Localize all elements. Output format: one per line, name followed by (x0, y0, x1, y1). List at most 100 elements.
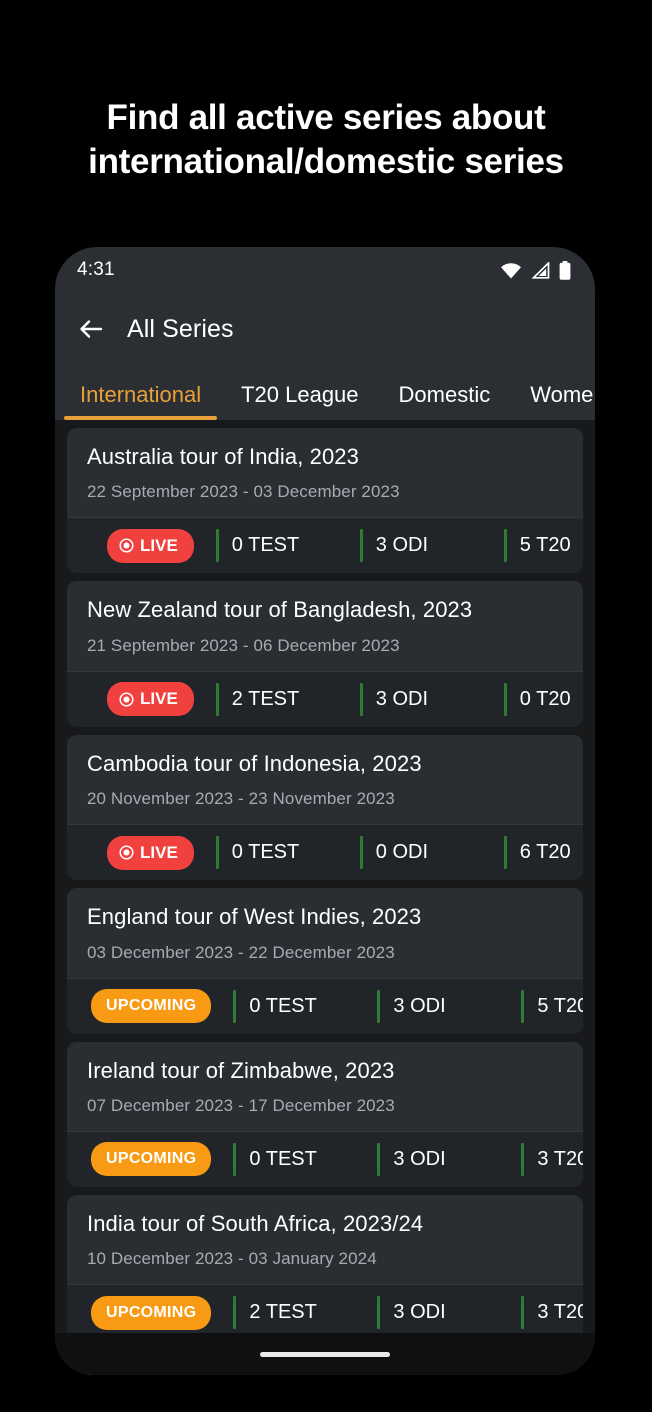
series-card[interactable]: India tour of South Africa, 2023/24 10 D… (67, 1194, 583, 1341)
stat-t20: 5 T20 (503, 529, 583, 563)
stat-value: 0 TEST (249, 1147, 317, 1170)
status-badge-label: UPCOMING (106, 1150, 197, 1168)
home-indicator[interactable] (260, 1351, 390, 1357)
stat-divider-bar (377, 989, 381, 1023)
series-card-stats: LIVE 0 TEST 0 ODI 6 T20 (67, 824, 583, 881)
stat-divider-bar (377, 1296, 381, 1330)
stat-t20: 0 T20 (503, 682, 583, 716)
app-bar: All Series (55, 293, 595, 365)
status-badge-live: LIVE (107, 835, 194, 870)
series-card[interactable]: Australia tour of India, 2023 22 Septemb… (67, 428, 583, 574)
series-card-header: New Zealand tour of Bangladesh, 2023 21 … (67, 581, 583, 671)
series-card-stats: UPCOMING 2 TEST 3 ODI 3 T20 (67, 1284, 583, 1341)
stat-value: 0 T20 (519, 687, 571, 710)
series-title: New Zealand tour of Bangladesh, 2023 (87, 597, 473, 623)
stat-odi: 3 ODI (359, 529, 482, 563)
tab-domestic[interactable]: Domestic (379, 382, 511, 420)
stat-divider-bar (215, 529, 219, 563)
stat-divider-bar (521, 1142, 525, 1176)
back-arrow-icon[interactable] (77, 315, 105, 343)
stat-value: 0 TEST (231, 534, 300, 557)
stat-divider-bar (377, 1142, 381, 1176)
stat-divider-bar (503, 836, 507, 870)
stat-value: 3 ODI (393, 1147, 446, 1170)
status-badge-label: LIVE (140, 842, 178, 862)
stat-value: 0 TEST (231, 841, 300, 864)
stat-value: 3 ODI (393, 994, 446, 1017)
series-list[interactable]: Australia tour of India, 2023 22 Septemb… (55, 420, 595, 1375)
series-card-header: Ireland tour of Zimbabwe, 2023 07 Decemb… (67, 1041, 583, 1131)
stat-odi: 3 ODI (377, 989, 499, 1023)
live-dot-icon (119, 692, 134, 707)
screenshot-root: Find all active series about internation… (0, 0, 652, 1412)
series-title: India tour of South Africa, 2023/24 (87, 1210, 424, 1236)
stat-odi: 0 ODI (359, 836, 482, 870)
stat-value: 6 T20 (519, 841, 571, 864)
stat-odi: 3 ODI (377, 1142, 499, 1176)
series-date-range: 03 December 2023 - 22 December 2023 (87, 942, 395, 962)
series-title: Ireland tour of Zimbabwe, 2023 (87, 1057, 395, 1083)
tab-t20-league[interactable]: T20 League (221, 382, 378, 420)
series-card-header: Cambodia tour of Indonesia, 2023 20 Nove… (67, 734, 583, 825)
stat-divider-bar (359, 682, 363, 716)
status-bar-icons (500, 260, 571, 280)
status-badge-live: LIVE (107, 682, 194, 717)
home-indicator-area (55, 1333, 595, 1375)
stat-t20: 3 T20 (521, 1296, 583, 1330)
series-card[interactable]: England tour of West Indies, 2023 03 Dec… (67, 888, 583, 1034)
series-card-stats: UPCOMING 0 TEST 3 ODI 5 T20 (67, 977, 583, 1034)
series-title: England tour of West Indies, 2023 (87, 904, 422, 930)
stat-odi: 3 ODI (377, 1296, 499, 1330)
stat-divider-bar (233, 989, 237, 1023)
stat-divider-bar (359, 836, 363, 870)
series-date-range: 20 November 2023 - 23 November 2023 (87, 789, 395, 809)
stat-value: 3 ODI (375, 534, 429, 557)
series-card[interactable]: Cambodia tour of Indonesia, 2023 20 Nove… (67, 734, 583, 881)
tab-bar[interactable]: International T20 League Domestic Wome (55, 365, 595, 420)
series-date-range: 10 December 2023 - 03 January 2024 (87, 1249, 377, 1269)
stat-value: 5 T20 (519, 534, 571, 557)
series-date-range: 07 December 2023 - 17 December 2023 (87, 1095, 395, 1115)
stat-value: 0 ODI (375, 841, 429, 864)
stat-value: 2 TEST (231, 687, 300, 710)
live-dot-icon (119, 845, 134, 860)
promo-line-2: international/domestic series (88, 141, 564, 181)
page-title: All Series (127, 314, 234, 343)
stat-value: 3 ODI (375, 687, 429, 710)
stat-test: 0 TEST (233, 1142, 355, 1176)
status-badge-label: UPCOMING (106, 1303, 197, 1321)
stat-value: 0 TEST (249, 994, 317, 1017)
stat-divider-bar (359, 529, 363, 563)
series-title: Cambodia tour of Indonesia, 2023 (87, 750, 422, 776)
stat-test: 0 TEST (215, 529, 338, 563)
battery-icon (559, 260, 571, 280)
stat-divider-bar (233, 1296, 237, 1330)
series-card-header: Australia tour of India, 2023 22 Septemb… (67, 428, 583, 518)
phone-screen: 4:31 All Series International T20 League… (55, 247, 595, 1375)
stat-t20: 3 T20 (521, 1142, 583, 1176)
tab-women[interactable]: Wome (510, 382, 595, 420)
stat-test: 0 TEST (233, 989, 355, 1023)
stat-divider-bar (215, 682, 219, 716)
stat-value: 3 T20 (537, 1301, 583, 1324)
stat-divider-bar (521, 989, 525, 1023)
cellular-signal-icon (531, 261, 550, 279)
series-card[interactable]: New Zealand tour of Bangladesh, 2023 21 … (67, 581, 583, 727)
status-badge-label: LIVE (140, 535, 178, 555)
stat-divider-bar (503, 529, 507, 563)
stat-divider-bar (215, 836, 219, 870)
stat-test: 2 TEST (233, 1296, 355, 1330)
stat-divider-bar (521, 1296, 525, 1330)
stat-value: 5 T20 (537, 994, 583, 1017)
stat-t20: 6 T20 (503, 836, 583, 870)
promo-line-1: Find all active series about (106, 98, 546, 137)
stat-divider-bar (503, 682, 507, 716)
status-badge-label: UPCOMING (106, 997, 197, 1015)
stat-divider-bar (233, 1142, 237, 1176)
tab-international[interactable]: International (60, 382, 221, 420)
status-bar: 4:31 (55, 247, 595, 293)
stat-odi: 3 ODI (359, 682, 482, 716)
series-card[interactable]: Ireland tour of Zimbabwe, 2023 07 Decemb… (67, 1041, 583, 1187)
stat-value: 3 T20 (537, 1147, 583, 1170)
stat-test: 2 TEST (215, 682, 338, 716)
